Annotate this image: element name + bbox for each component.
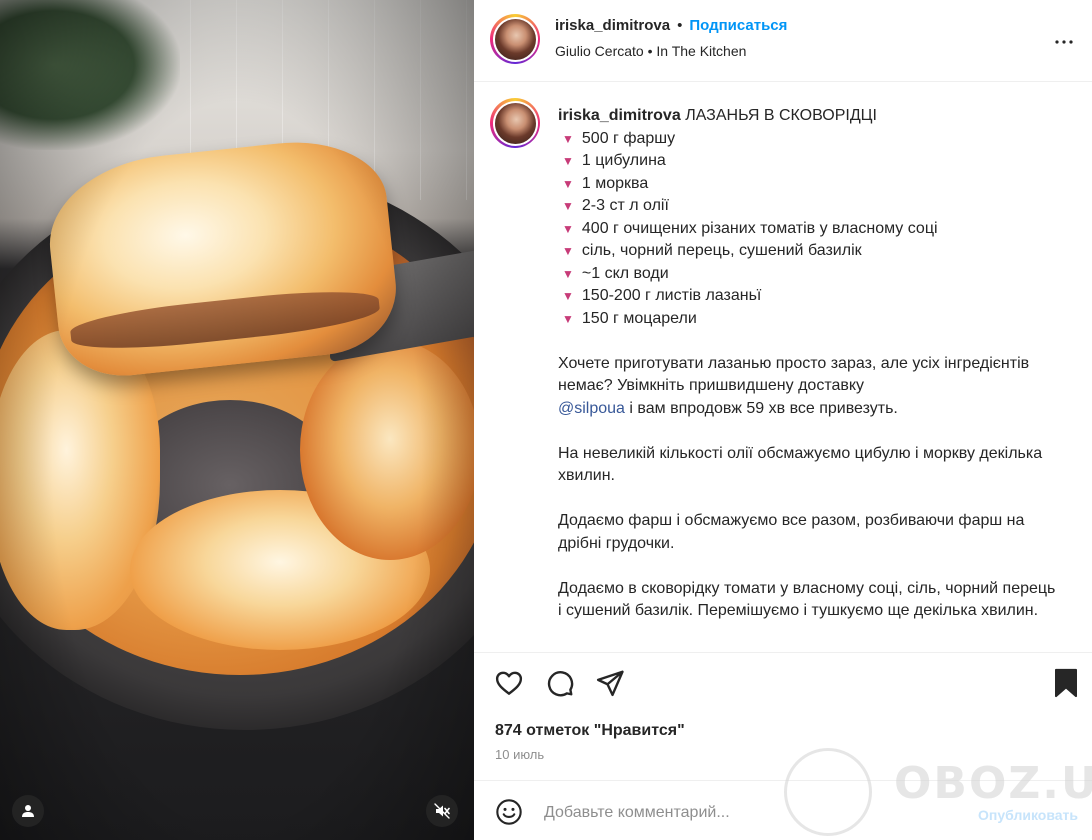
avatar-photo xyxy=(494,102,536,144)
ingredient-item: ▼ 1 морква xyxy=(558,173,1058,196)
media-vignette xyxy=(0,0,474,840)
post-actions: 874 отметок "Нравится" 10 июль xyxy=(474,652,1092,780)
ingredient-item: ▼ ~1 скл води xyxy=(558,263,1058,286)
ingredient-text: сіль, чорний перець, сушений базилік xyxy=(581,242,862,259)
tagged-users-button[interactable] xyxy=(12,795,44,827)
post-media-video[interactable] xyxy=(0,0,474,840)
post-caption: iriska_dimitrova ЛАЗАНЬЯ В СКОВОРІДЦІ ▼ 5… xyxy=(474,82,1092,652)
bullet-icon: ▼ xyxy=(562,311,574,326)
avatar-photo xyxy=(494,18,536,60)
comment-button[interactable] xyxy=(544,667,576,699)
caption-avatar[interactable] xyxy=(490,98,540,148)
caption-paragraph: Хочете приготувати лазанью просто зараз,… xyxy=(558,354,1030,417)
like-button[interactable] xyxy=(493,667,525,699)
ingredient-item: ▼ 150 г моцарели xyxy=(558,308,1058,331)
ingredient-item: ▼ 1 цибулина xyxy=(558,150,1058,173)
bullet-icon: ▼ xyxy=(562,176,574,191)
separator-dot: • xyxy=(677,17,683,34)
ingredient-item: ▼ 500 г фаршу xyxy=(558,128,1058,151)
caption-title: ЛАЗАНЬЯ В СКОВОРІДЦІ xyxy=(685,107,877,124)
bullet-icon: ▼ xyxy=(562,199,574,213)
share-button[interactable] xyxy=(594,667,626,699)
save-button[interactable] xyxy=(1050,667,1082,699)
like-count[interactable]: 874 отметок "Нравится" xyxy=(495,722,685,740)
more-horizontal-icon xyxy=(1055,40,1073,44)
bullet-icon: ▼ xyxy=(562,266,574,281)
ingredient-text: 2-3 ст л олії xyxy=(581,197,669,214)
bullet-icon: ▼ xyxy=(562,289,574,303)
ingredient-text: ~1 скл води xyxy=(581,264,669,282)
avatar[interactable] xyxy=(490,14,540,64)
bullet-icon: ▼ xyxy=(562,244,574,258)
bookmark-filled-icon xyxy=(1055,668,1077,698)
audio-link[interactable]: Giulio Cercato • In The Kitchen xyxy=(555,43,746,59)
bullet-icon: ▼ xyxy=(562,221,574,236)
publish-button[interactable]: Опубликовать xyxy=(978,807,1078,823)
comment-input[interactable] xyxy=(544,801,944,825)
post-header: iriska_dimitrova • Подписаться Giulio Ce… xyxy=(474,0,1092,82)
ingredient-item: ▼ 150-200 г листів лазаньї xyxy=(558,285,1058,308)
post-sidebar: iriska_dimitrova • Подписаться Giulio Ce… xyxy=(474,0,1092,840)
speaker-muted-icon xyxy=(434,803,450,819)
bullet-icon: ▼ xyxy=(562,154,574,168)
author-username[interactable]: iriska_dimitrova xyxy=(555,17,670,34)
mention-link[interactable]: @silpoua xyxy=(558,400,625,417)
post-date[interactable]: 10 июль xyxy=(495,747,544,762)
ingredient-text: 400 г очищених різаних томатів у власном… xyxy=(581,219,938,237)
caption-paragraph: Додаємо в сковорідку томати у власному с… xyxy=(558,579,1056,620)
more-options-button[interactable] xyxy=(1052,30,1076,54)
ingredient-item: ▼ сіль, чорний перець, сушений базилік xyxy=(558,240,1058,263)
ingredient-item: ▼ 2-3 ст л олії xyxy=(558,195,1058,218)
ingredient-list: ▼ 500 г фаршу ▼ 1 цибулина ▼ 1 морква ▼ 2-3 ст … xyxy=(558,128,1058,331)
send-icon xyxy=(596,670,624,697)
ingredient-text: 150-200 г листів лазаньї xyxy=(581,287,762,304)
emoji-button[interactable] xyxy=(494,797,524,827)
caption-paragraph: Додаємо фарш і обсмажуємо все разом, роз… xyxy=(558,512,1025,552)
mute-button[interactable] xyxy=(426,795,458,827)
ingredient-item: ▼ 400 г очищених різаних томатів у власно… xyxy=(558,218,1058,241)
ingredient-text: 1 цибулина xyxy=(581,152,666,169)
caption-paragraph: На невеликій кількості олії обсмажуємо ц… xyxy=(558,444,1043,485)
heart-icon xyxy=(495,671,523,695)
user-icon xyxy=(22,805,34,817)
comment-icon xyxy=(547,671,574,697)
bullet-icon: ▼ xyxy=(562,131,574,146)
emoji-icon xyxy=(496,799,522,825)
ingredient-text: 1 морква xyxy=(581,174,649,192)
follow-button[interactable]: Подписаться xyxy=(689,17,787,34)
comment-form: Опубликовать xyxy=(474,780,1092,840)
caption-username[interactable]: iriska_dimitrova xyxy=(558,107,681,124)
ingredient-text: 150 г моцарели xyxy=(581,309,697,327)
ingredient-text: 500 г фаршу xyxy=(581,129,676,147)
